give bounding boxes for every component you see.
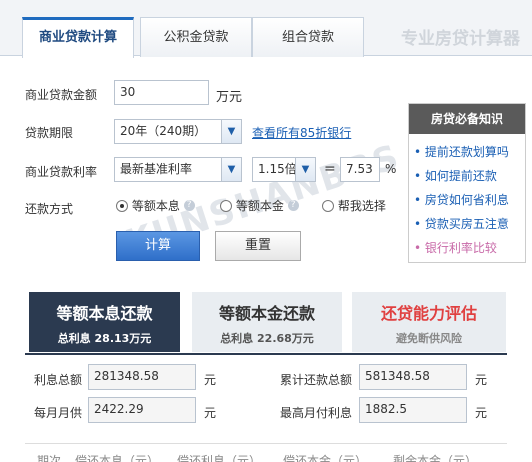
method-option-equal-installment[interactable]: 等额本息 ? xyxy=(116,197,195,214)
unit: 元 xyxy=(204,373,217,387)
max-interest-label: 最高月付利息 xyxy=(280,406,353,420)
chevron-down-icon[interactable]: ▼ xyxy=(295,158,315,181)
table-header-cell: 偿还利息（元） xyxy=(177,454,262,462)
monthly-payment-value: 2422.29 xyxy=(88,397,196,423)
multiplier-select[interactable]: 1.15倍 ▼ xyxy=(252,157,316,182)
rate-input[interactable]: 7.53 xyxy=(340,157,380,182)
table-header-cell: 偿还本息（元） xyxy=(75,454,160,462)
amount-label: 商业贷款金额 xyxy=(25,88,98,102)
amount-input[interactable]: 30 xyxy=(114,80,209,105)
method-option-label: 等额本息 xyxy=(131,199,180,213)
table-header-cell: 期次 xyxy=(37,454,62,462)
knowledge-item[interactable]: • 银行利率比较 xyxy=(409,236,525,260)
unit: 元 xyxy=(475,373,488,387)
method-option-help-choose[interactable]: 帮我选择 xyxy=(322,197,386,214)
max-interest-value: 1882.5 xyxy=(359,397,467,423)
help-icon[interactable]: ? xyxy=(183,200,195,211)
rate-type-select[interactable]: 最新基准利率 ▼ xyxy=(114,157,242,182)
panel-equal-installment[interactable]: 等额本息还款 总利息 28.13万元 xyxy=(29,292,180,352)
knowledge-box: 房贷必备知识 • 提前还款划算吗 • 如何提前还款 • 房贷如何省利息 • 贷款… xyxy=(408,103,526,263)
total-repay-value: 581348.58 xyxy=(359,364,467,390)
all-banks-link[interactable]: 查看所有85折银行 xyxy=(252,124,351,141)
radio-selected-icon[interactable] xyxy=(116,199,128,212)
panel-title: 还贷能力评估 xyxy=(380,304,477,323)
chevron-down-icon[interactable]: ▼ xyxy=(221,120,241,143)
knowledge-item[interactable]: • 贷款买房五注意 xyxy=(409,212,525,236)
table-header-cell: 剩余本金（元） xyxy=(393,454,478,462)
percent-sign: % xyxy=(385,162,397,176)
brand-title: 专业房贷计算器 xyxy=(401,29,520,49)
unit: 元 xyxy=(475,406,488,420)
method-option-label: 帮我选择 xyxy=(337,199,386,213)
table-header-cell: 偿还本金（元） xyxy=(283,454,368,462)
tab-combined-loan[interactable]: 组合贷款 xyxy=(252,17,364,57)
panel-divider xyxy=(25,353,507,355)
method-option-equal-principal[interactable]: 等额本金 ? xyxy=(220,197,299,214)
panel-subtitle: 避免断供风险 xyxy=(396,332,462,345)
method-option-label: 等额本金 xyxy=(235,199,284,213)
multiplier-value: 1.15倍 xyxy=(258,162,297,176)
unit: 元 xyxy=(204,406,217,420)
panel-subtitle: 总利息 22.68万元 xyxy=(220,332,314,345)
knowledge-title: 房贷必备知识 xyxy=(409,104,525,134)
knowledge-item[interactable]: • 提前还款划算吗 xyxy=(409,140,525,164)
term-select[interactable]: 20年（240期） ▼ xyxy=(114,119,242,144)
knowledge-item[interactable]: • 如何提前还款 xyxy=(409,164,525,188)
tab-bar: 商业贷款计算 公积金贷款 组合贷款 专业房贷计算器 xyxy=(0,0,532,58)
rate-label: 商业贷款利率 xyxy=(25,165,98,179)
monthly-payment-label: 每月月供 xyxy=(34,406,83,420)
radio-icon[interactable] xyxy=(322,199,334,212)
schedule-table-header: 期次 偿还本息（元） 偿还利息（元） 偿还本金（元） 剩余本金（元） xyxy=(25,443,507,462)
method-label: 还款方式 xyxy=(25,202,74,216)
rate-type-value: 最新基准利率 xyxy=(120,162,193,176)
total-interest-label: 利息总额 xyxy=(34,373,83,387)
tab-housing-fund-loan[interactable]: 公积金贷款 xyxy=(140,17,252,57)
panel-title: 等额本息还款 xyxy=(56,304,153,323)
total-repay-label: 累计还款总额 xyxy=(280,373,353,387)
equals-sign: = xyxy=(324,161,336,177)
panel-subtitle: 总利息 28.13万元 xyxy=(57,332,152,345)
radio-icon[interactable] xyxy=(220,199,232,212)
term-select-value: 20年（240期） xyxy=(120,124,207,138)
panel-equal-principal[interactable]: 等额本金还款 总利息 22.68万元 xyxy=(192,292,342,352)
total-interest-value: 281348.58 xyxy=(88,364,196,390)
knowledge-item[interactable]: • 房贷如何省利息 xyxy=(409,188,525,212)
panel-title: 等额本金还款 xyxy=(218,304,315,323)
term-label: 贷款期限 xyxy=(25,126,74,140)
panel-repayment-ability[interactable]: 还贷能力评估 避免断供风险 xyxy=(352,292,506,352)
amount-unit: 万元 xyxy=(216,90,243,105)
calculate-button[interactable]: 计算 xyxy=(116,231,200,261)
reset-button[interactable]: 重置 xyxy=(215,231,301,261)
chevron-down-icon[interactable]: ▼ xyxy=(221,158,241,181)
help-icon[interactable]: ? xyxy=(287,200,299,211)
tab-commercial-loan[interactable]: 商业贷款计算 xyxy=(22,17,134,58)
